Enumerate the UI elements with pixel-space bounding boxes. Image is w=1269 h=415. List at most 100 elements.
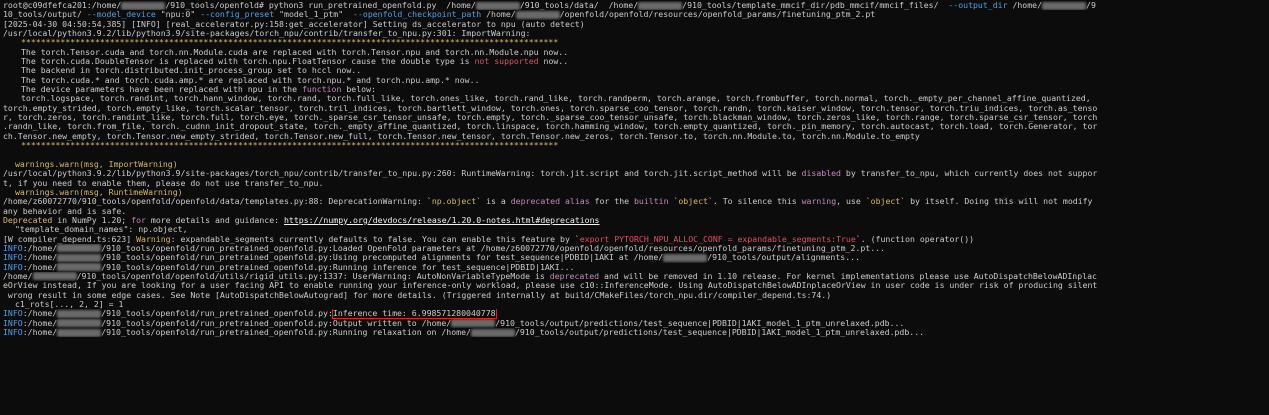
terminal-text: /openfold/openfold/resources/openfold_pa…: [559, 10, 876, 20]
terminal-text: , use `: [836, 197, 871, 207]
terminal-line: Deprecated in NumPy 1.20; for more detai…: [3, 216, 1266, 225]
terminal-line: /usr/local/python3.9.2/lib/python3.9/sit…: [3, 29, 1266, 38]
terminal-text: :/home/: [22, 243, 58, 253]
terminal-text: and will be removed in 1.10 release. For…: [599, 271, 1097, 281]
terminal-text: /910_tools/openfold# python3 run_pretrai…: [165, 1, 476, 10]
terminal-text: :/home/: [22, 309, 58, 319]
terminal-text: INFO: [3, 328, 23, 338]
terminal-text: --model_device: [86, 10, 156, 20]
terminal-text: "npu:0": [155, 10, 201, 20]
terminal-text: /home/: [1007, 1, 1043, 10]
terminal-text: /910_tools/openfold/run_pretrained_openf…: [101, 243, 885, 253]
redacted-username: [32, 272, 77, 281]
terminal-text: /home/z60072770/910_tools/openfold/openf…: [3, 197, 432, 207]
terminal-text: ch.Tensor.new_empty, torch.Tensor.new_em…: [3, 131, 920, 141]
terminal-text: --openfold_checkpoint_path: [353, 10, 482, 20]
terminal-text: warnings.warn(msg, RuntimeWarning): [15, 187, 183, 197]
terminal-text: /910_tools/openfold/run_pretrained_openf…: [101, 318, 452, 328]
redacted-username: [57, 263, 102, 272]
terminal-line: The torch.cuda.* and torch.cuda.amp.* ar…: [3, 76, 1266, 85]
terminal-line: INFO:/home/ /910_tools/openfold/run_pretr…: [3, 263, 1266, 272]
terminal-text: np.object: [431, 197, 477, 207]
terminal-text: /910_tools/template_mmcif_dir/pdb_mmcif/…: [682, 1, 949, 10]
terminal-line: warnings.warn(msg, ImportWarning): [3, 160, 1266, 169]
terminal-line: any behavior and is safe.: [3, 207, 1266, 216]
redacted-username: [57, 253, 102, 262]
terminal-text: /910_tools/output/alignments...: [707, 253, 860, 263]
terminal-text: `. (function operator()): [855, 234, 975, 244]
terminal-text: ` is a: [476, 197, 511, 207]
terminal-line: INFO:/home/ /910_tools/openfold/run_pretr…: [3, 309, 1266, 319]
terminal-line: warnings.warn(msg, RuntimeWarning): [3, 188, 1266, 197]
terminal-text: The backend in torch.distributed.init_pr…: [21, 66, 362, 76]
terminal-text: The torch.cuda.DoubleTensor is replaced …: [21, 57, 475, 67]
terminal-line: torch.logspace, torch.randint, torch.han…: [3, 94, 1266, 103]
terminal-text: /910_tools/data/ /home/: [519, 1, 639, 10]
terminal-text: /910_tools/output/predictions/test_seque…: [514, 328, 925, 338]
terminal-text: warnings.warn(msg, ImportWarning): [15, 159, 178, 169]
terminal-text: The torch.Tensor.cuda and torch.nn.Modul…: [21, 47, 569, 57]
terminal-line: ch.Tensor.new_empty, torch.Tensor.new_em…: [3, 132, 1266, 141]
terminal-text: /9: [1086, 1, 1096, 10]
terminal-text: in NumPy 1.20;: [52, 215, 132, 225]
terminal-text: ` by itself. Doing this will not modify: [900, 197, 1093, 207]
terminal-line: INFO:/home/ /910_tools/openfold/run_pretr…: [3, 328, 1266, 337]
redacted-username: [121, 1, 166, 10]
terminal-text: object: [678, 197, 708, 207]
terminal-line: INFO:/home/ /910_tools/openfold/run_pretr…: [3, 244, 1266, 253]
redacted-username: [1042, 1, 1087, 10]
terminal-text: disabled: [801, 169, 841, 179]
terminal-text: Warning: [136, 234, 171, 244]
terminal-text: /910_tools/openfold/run_pretrained_openf…: [101, 262, 575, 272]
terminal-line: ****************************************…: [3, 141, 1266, 150]
terminal-text: /910_tools/openfold/run_pretrained_openf…: [101, 328, 471, 338]
terminal-text: `: [668, 197, 679, 207]
terminal-text: t, if you need to enable them, please do…: [3, 178, 324, 188]
redacted-username: [475, 1, 520, 10]
terminal-window[interactable]: root@c09dfefca201:/home/ /910_tools/openf…: [0, 0, 1269, 415]
terminal-text: for: [131, 215, 146, 225]
terminal-text: /910_tools/openfold/run_pretrained_openf…: [101, 309, 333, 319]
terminal-text: ****************************************…: [21, 141, 559, 151]
redacted-username: [470, 328, 515, 337]
terminal-text: : expandable_segments currently defaults…: [170, 234, 580, 244]
terminal-line: root@c09dfefca201:/home/ /910_tools/openf…: [3, 1, 1266, 10]
terminal-text: /910_tools/output/predictions/test_seque…: [495, 318, 905, 328]
terminal-line: /home/z60072770/910_tools/openfold/openf…: [3, 197, 1266, 206]
terminal-text: root@c09dfefca201:/home/: [3, 1, 122, 10]
terminal-text: [W compiler_depend.ts:623]: [3, 234, 137, 244]
terminal-text: ****************************************…: [21, 38, 559, 48]
redacted-username: [515, 10, 560, 19]
terminal-text: builtin: [634, 197, 669, 207]
terminal-text: export PYTORCH_NPU_ALLOC_CONF = expandab…: [579, 234, 856, 244]
terminal-text: /home/: [3, 271, 33, 281]
terminal-text: :/home/: [22, 328, 58, 338]
terminal-line: The device parameters have been replaced…: [3, 85, 1266, 94]
terminal-text: .randn_like, torch.from_file, torch._cud…: [3, 122, 1098, 132]
redacted-username: [57, 309, 102, 318]
terminal-text: https://numpy.org/devdocs/release/1.20.0…: [284, 215, 600, 225]
terminal-text: wrong result in some edge cases. See Not…: [3, 290, 832, 300]
terminal-text: The device parameters have been replaced…: [21, 85, 302, 95]
redacted-username: [57, 244, 102, 253]
redacted-username: [663, 253, 708, 262]
terminal-text: INFO: [3, 253, 23, 263]
terminal-line: /usr/local/python3.9.2/lib/python3.9/sit…: [3, 169, 1266, 178]
terminal-line: "template_domain_names": np.object,: [3, 225, 1266, 234]
terminal-text: "model_1_ptm": [274, 10, 354, 20]
terminal-text: The torch.cuda.* and torch.cuda.amp.* ar…: [21, 75, 480, 85]
terminal-line: The torch.Tensor.cuda and torch.nn.Modul…: [3, 48, 1266, 57]
terminal-text: now..: [538, 57, 569, 67]
inference-time-highlight: Inference time: 6.998571280040778: [331, 309, 497, 319]
terminal-text: for the: [589, 197, 634, 207]
terminal-text: `. To silence this: [707, 197, 802, 207]
redacted-username: [57, 328, 102, 337]
terminal-text: eOrView instead, If you are looking for …: [3, 281, 1098, 291]
terminal-line: 10_tools/output/ --model_device "npu:0" …: [3, 10, 1266, 19]
terminal-line: c1_rots[..., 2, 2] = 1: [3, 300, 1266, 309]
terminal-line: ****************************************…: [3, 38, 1266, 47]
terminal-text: below:: [341, 85, 376, 95]
terminal-text: INFO: [3, 309, 23, 319]
terminal-text: any behavior and is safe.: [3, 206, 127, 216]
